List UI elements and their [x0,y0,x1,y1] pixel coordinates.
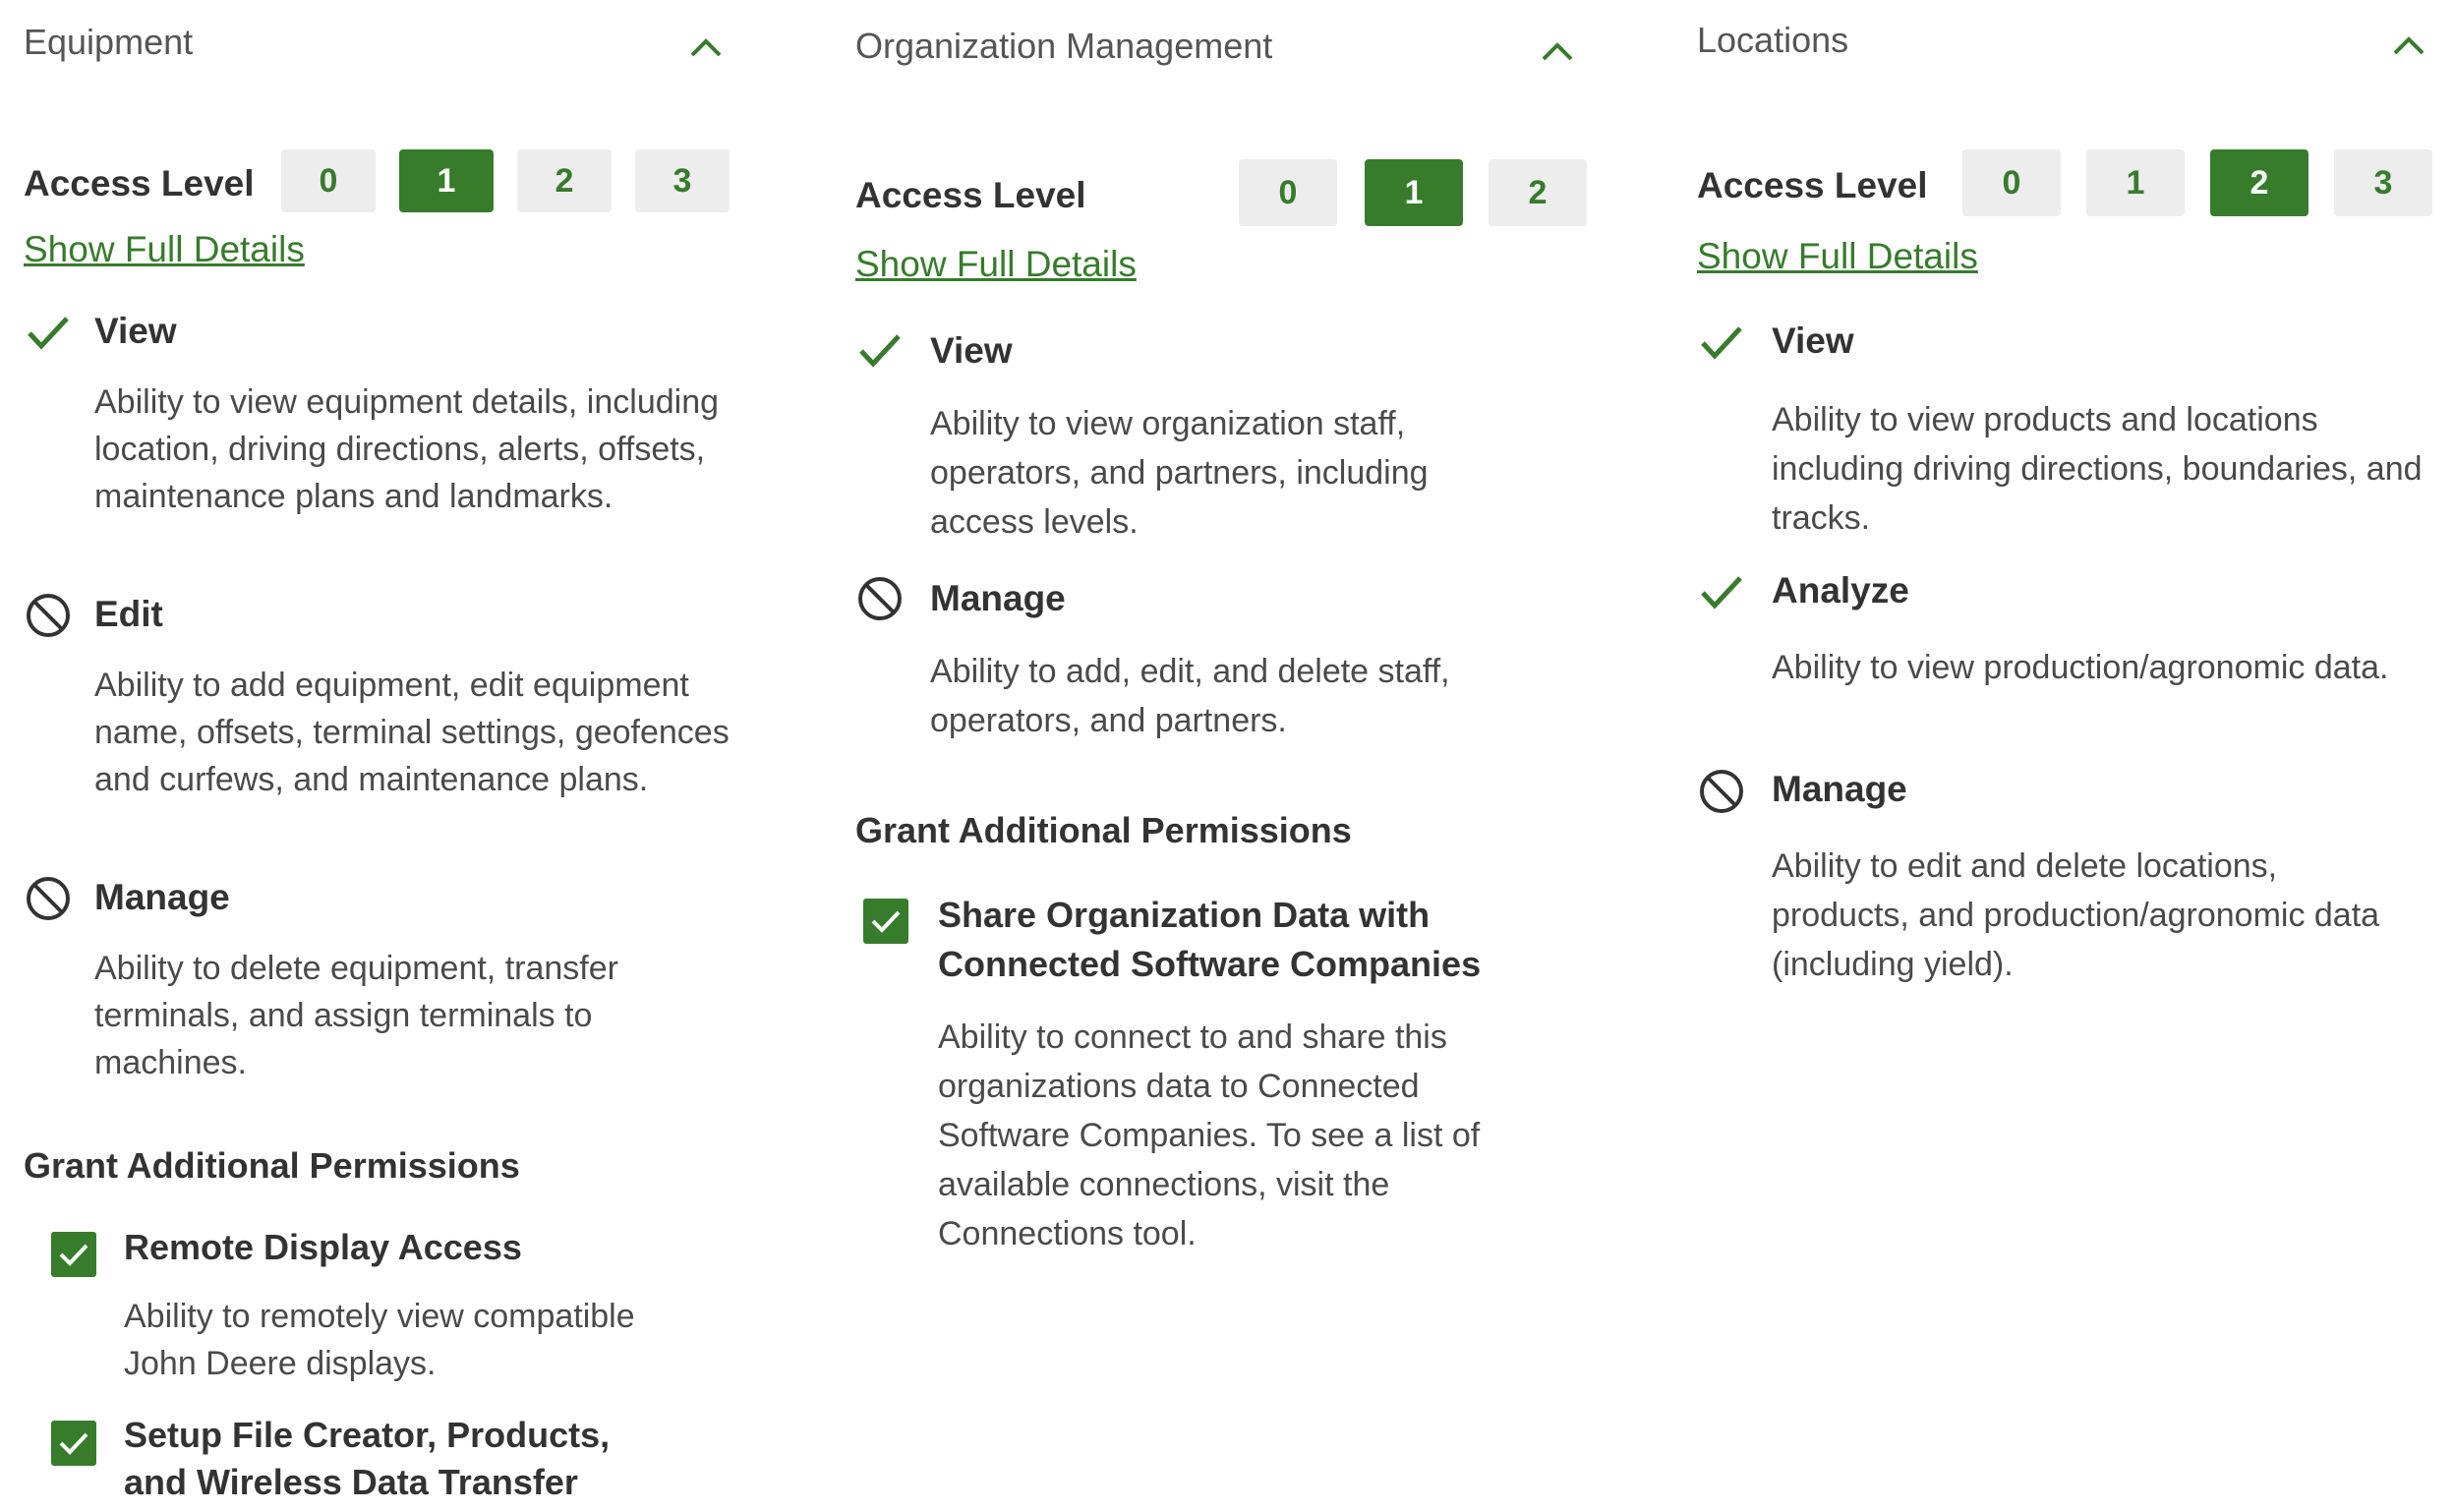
equipment-panel-header[interactable]: Equipment [24,0,751,98]
permission-description-analyze: Ability to view production/agronomic dat… [1772,649,2389,686]
access-level-row: Access Level 0 1 2 3 [1697,149,2444,218]
access-level-0-button[interactable]: 0 [1962,149,2061,216]
show-full-details-link[interactable]: Show Full Details [24,229,305,270]
share-organization-data-description: Ability to connect to and share this org… [938,1018,1481,1252]
access-level-0-button[interactable]: 0 [1239,159,1337,226]
access-level-row: Access Level 0 1 2 3 [24,149,751,218]
panel-title: Equipment [24,22,194,62]
organization-management-panel-header[interactable]: Organization Management [855,0,1593,98]
permission-description-manage: Ability to add, edit, and delete staff, … [930,653,1450,739]
panel-title: Organization Management [855,26,1273,66]
permission-title-view: View [930,330,1013,371]
permission-title-view: View [94,311,177,351]
permission-title-view: View [1772,320,1854,361]
permission-description-view: Ability to view products and locations i… [1772,401,2423,537]
access-level-label: Access Level [24,163,255,204]
permission-description-manage: Ability to delete equipment, transfer te… [94,950,618,1081]
prohibited-icon [24,874,73,923]
permission-description-edit: Ability to add equipment, edit equipment… [94,667,730,798]
access-level-2-button[interactable]: 2 [517,149,612,212]
access-level-1-button[interactable]: 1 [399,149,494,212]
grant-additional-permissions-heading: Grant Additional Permissions [855,810,1352,850]
permission-title-analyze: Analyze [1772,570,1909,611]
panel-title: Locations [1697,20,1849,60]
organization-management-panel: Organization Management Access Level 0 1… [855,0,1593,1512]
locations-panel-header[interactable]: Locations [1697,0,2444,98]
permission-title-manage: Manage [1772,769,1907,809]
share-organization-data-label[interactable]: Share Organization Data with Connected S… [938,891,1528,989]
show-full-details-link[interactable]: Show Full Details [1697,236,1978,277]
access-level-label: Access Level [855,175,1086,215]
check-icon [24,309,73,358]
equipment-panel: Equipment Access Level 0 1 2 3 Show Full… [24,0,751,1512]
remote-display-access-checkbox[interactable] [51,1232,96,1277]
access-level-0-button[interactable]: 0 [281,149,376,212]
show-full-details-link[interactable]: Show Full Details [855,244,1137,285]
access-level-row: Access Level 0 1 2 [855,159,1593,228]
access-level-3-button[interactable]: 3 [2334,149,2432,216]
setup-file-creator-label[interactable]: Setup File Creator, Products, and Wirele… [124,1412,674,1506]
setup-file-creator-checkbox[interactable] [51,1421,96,1466]
access-level-1-button[interactable]: 1 [2086,149,2185,216]
grant-additional-permissions-heading: Grant Additional Permissions [24,1145,520,1186]
locations-panel: Locations Access Level 0 1 2 3 Show Full… [1697,0,2444,1512]
permission-description-manage: Ability to edit and delete locations, pr… [1772,847,2380,983]
access-level-2-button[interactable]: 2 [1489,159,1587,226]
prohibited-icon [1697,767,1746,816]
permission-title-manage: Manage [94,877,230,917]
permission-description-view: Ability to view equipment details, inclu… [94,383,720,515]
remote-display-access-description: Ability to remotely view compatible John… [124,1298,635,1382]
share-organization-data-checkbox[interactable] [863,899,908,944]
check-icon [855,326,905,376]
permission-description-view: Ability to view organization staff, oper… [930,405,1429,541]
access-level-2-button[interactable]: 2 [2210,149,2308,216]
access-level-3-button[interactable]: 3 [635,149,730,212]
prohibited-icon [24,591,73,640]
permission-title-edit: Edit [94,594,163,634]
chevron-up-icon[interactable] [2385,26,2432,65]
prohibited-icon [855,574,905,623]
check-icon [1697,568,1746,617]
remote-display-access-label[interactable]: Remote Display Access [124,1227,522,1268]
access-level-label: Access Level [1697,165,1928,205]
access-level-1-button[interactable]: 1 [1365,159,1463,226]
chevron-up-icon[interactable] [682,28,730,67]
chevron-up-icon[interactable] [1534,31,1581,71]
check-icon [1697,319,1746,368]
permission-title-manage: Manage [930,578,1066,618]
